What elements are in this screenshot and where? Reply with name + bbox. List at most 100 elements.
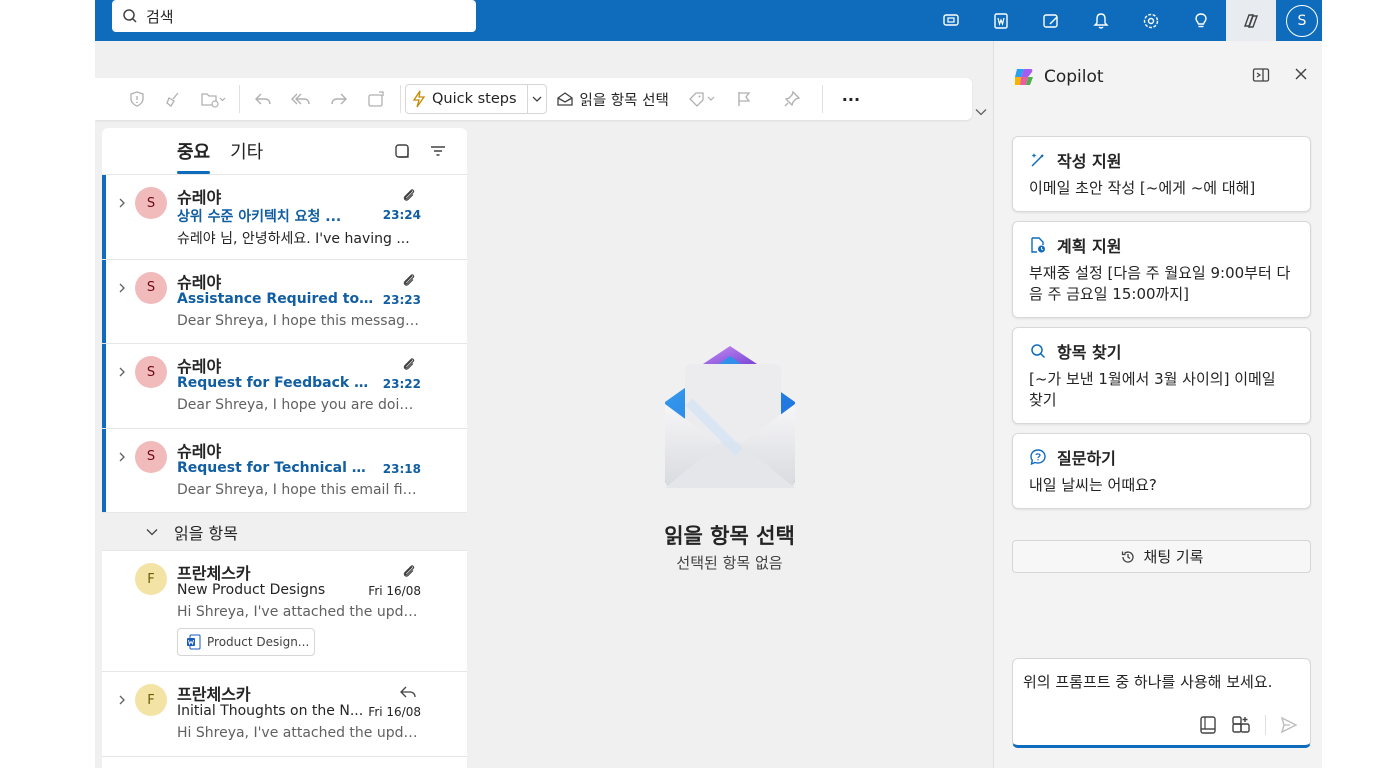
copilot-compose-box[interactable]: 위의 프롬프트 중 하나를 사용해 보세요. [1012, 658, 1311, 748]
folder-move-icon [201, 93, 226, 108]
sender-avatar: S [135, 440, 167, 473]
word-button[interactable] [976, 0, 1026, 41]
prompt-card-ask[interactable]: 질문하기 내일 날씨는 어때요? [1012, 433, 1311, 509]
tag-icon [688, 92, 715, 107]
filter-icon[interactable] [429, 142, 447, 160]
email-preview: Dear Shreya, I hope this email finds ... [177, 481, 422, 498]
chevron-right-icon[interactable] [118, 694, 126, 706]
quick-steps-button[interactable]: Quick steps [405, 84, 547, 114]
reply-icon [255, 93, 271, 105]
close-icon[interactable] [1294, 67, 1308, 81]
chevron-right-icon[interactable] [118, 366, 126, 378]
forward-icon [331, 93, 347, 105]
settings-button[interactable] [1126, 0, 1176, 41]
compose-tools [1199, 715, 1298, 735]
sender-name: 슈레야 [177, 188, 222, 207]
tab-other[interactable]: 기타 [230, 138, 263, 164]
ribbon-expand-chevron[interactable] [975, 101, 987, 120]
copilot-header: Copilot [1012, 65, 1104, 89]
reading-pane: 읽을 항목 선택 선택된 항목 없음 [467, 120, 992, 768]
card-text: [~가 보낸 1월에서 3월 사이의] 이메일 찾기 [1029, 370, 1276, 409]
forward-button[interactable] [320, 83, 358, 115]
email-preview: Dear Shreya, I hope you are doing w... [177, 397, 422, 413]
envelope-illustration-icon [665, 346, 795, 488]
chat-history-button[interactable]: 채팅 기록 [1012, 540, 1311, 573]
tag-button[interactable] [678, 83, 726, 115]
mail-list: 중요 기타 S 슈레야 상위 수준 아키텍치 요청 ... 23:24 슈레야 … [102, 128, 467, 768]
ribbon-divider [821, 85, 823, 113]
compose-divider [1265, 715, 1266, 735]
email-time: 23:22 [382, 377, 421, 391]
email-subject: Request for Technical Guida... [177, 459, 377, 476]
reply-icon [400, 686, 416, 698]
flag-icon [738, 92, 751, 106]
move-to-button[interactable] [191, 83, 235, 115]
card-title: 계획 지원 [1057, 237, 1122, 256]
sender-avatar: F [135, 563, 167, 595]
reply-all-icon [291, 93, 310, 105]
sweep-button[interactable] [155, 83, 191, 115]
chevron-right-icon[interactable] [118, 451, 126, 463]
email-subject: 상위 수준 아키텍치 요청 ... [177, 209, 342, 225]
read-section-header[interactable]: 읽을 항목 [102, 513, 467, 551]
email-item[interactable]: S 슈레야 상위 수준 아키텍치 요청 ... 23:24 슈레야 님, 안녕하… [102, 175, 467, 260]
notebook-icon[interactable] [1199, 715, 1217, 735]
email-preview: Hi Shreya, I've attached the updated... [177, 604, 422, 620]
card-title-row: 계획 지원 [1029, 233, 1294, 257]
notes-button[interactable] [1026, 0, 1076, 41]
read-select-button[interactable]: 읽을 항목 선택 [547, 83, 678, 115]
quick-steps-label: Quick steps [432, 91, 517, 107]
read-select-label: 읽을 항목 선택 [579, 92, 669, 109]
chevron-right-icon[interactable] [118, 197, 126, 209]
tips-button[interactable] [1176, 0, 1226, 41]
prompt-card-compose[interactable]: 작성 지원 이메일 초안 작성 [~에게 ~에 대해] [1012, 136, 1311, 212]
ribbon-toolbar: Quick steps 읽을 항목 선택 ··· [95, 78, 972, 120]
reply-button[interactable] [244, 83, 282, 115]
chevron-right-icon[interactable] [118, 282, 126, 294]
chevron-down-icon [146, 528, 158, 535]
email-item[interactable]: S 슈레야 Request for Feedback on Pr... 23:2… [102, 344, 467, 429]
more-options-button[interactable]: ··· [833, 83, 869, 115]
flag-button[interactable] [726, 83, 762, 115]
outlook-app: 검색 S Quick steps 읽을 항목 선택 ··· 중요 기타 S 슈레… [95, 0, 1322, 768]
paperclip-icon [403, 273, 415, 286]
prompt-card-plan[interactable]: 계획 지원 부재중 설정 [다음 주 월요일 9:00부터 다음 주 금요일 1… [1012, 221, 1311, 318]
select-mode-icon[interactable] [393, 142, 411, 160]
copilot-toggle-button[interactable] [1226, 0, 1276, 41]
copilot-title: Copilot [1044, 67, 1104, 87]
sender-name: 프란체스카 [177, 564, 251, 583]
pop-out-icon[interactable] [1252, 67, 1270, 83]
teams-chat-button[interactable] [926, 0, 976, 41]
user-avatar[interactable]: S [1286, 4, 1318, 37]
pen-sparkle-icon [1031, 153, 1044, 167]
email-preview: Dear Shreya, I hope this message fin... [177, 312, 422, 329]
notifications-button[interactable] [1076, 0, 1126, 41]
email-item[interactable]: S 슈레야 Assistance Required to Ove... 23:2… [102, 259, 467, 344]
attachment-chip[interactable]: Product Design... [177, 628, 315, 656]
card-title-row: 항목 찾기 [1029, 339, 1294, 363]
apps-add-icon[interactable] [1231, 715, 1251, 735]
email-item[interactable]: F 프란체스카 Initial Thoughts on the N... Fri… [102, 672, 467, 757]
prompt-card-find[interactable]: 항목 찾기 [~가 보낸 1월에서 3월 사이의] 이메일 찾기 [1012, 327, 1311, 424]
email-item[interactable]: S 슈레야 Request for Technical Guida... 23:… [102, 428, 467, 513]
reply-all-button[interactable] [282, 83, 320, 115]
tab-focused[interactable]: 중요 [177, 138, 211, 174]
share-button[interactable] [358, 83, 396, 115]
sender-avatar: F [135, 684, 167, 716]
report-button[interactable] [119, 83, 155, 115]
card-text: 부재중 설정 [다음 주 월요일 9:00부터 다음 주 금요일 15:00까지… [1029, 264, 1291, 303]
paperclip-icon [403, 358, 415, 370]
search-box[interactable]: 검색 [112, 0, 476, 32]
calendar-clock-icon [1031, 237, 1045, 253]
sender-name: 프란체스카 [177, 685, 251, 704]
chevron-down-icon[interactable] [526, 85, 542, 113]
pin-button[interactable] [774, 83, 810, 115]
sender-avatar: S [135, 187, 167, 219]
email-time: 23:18 [382, 461, 421, 476]
email-item[interactable]: F 프란체스카 New Product Designs Fri 16/08 Hi… [102, 551, 467, 672]
search-icon [1031, 344, 1046, 359]
send-icon[interactable] [1280, 716, 1298, 734]
ribbon-divider [400, 85, 401, 113]
reading-pane-subtitle: 선택된 항목 없음 [676, 554, 783, 572]
card-title: 작성 지원 [1057, 152, 1122, 171]
